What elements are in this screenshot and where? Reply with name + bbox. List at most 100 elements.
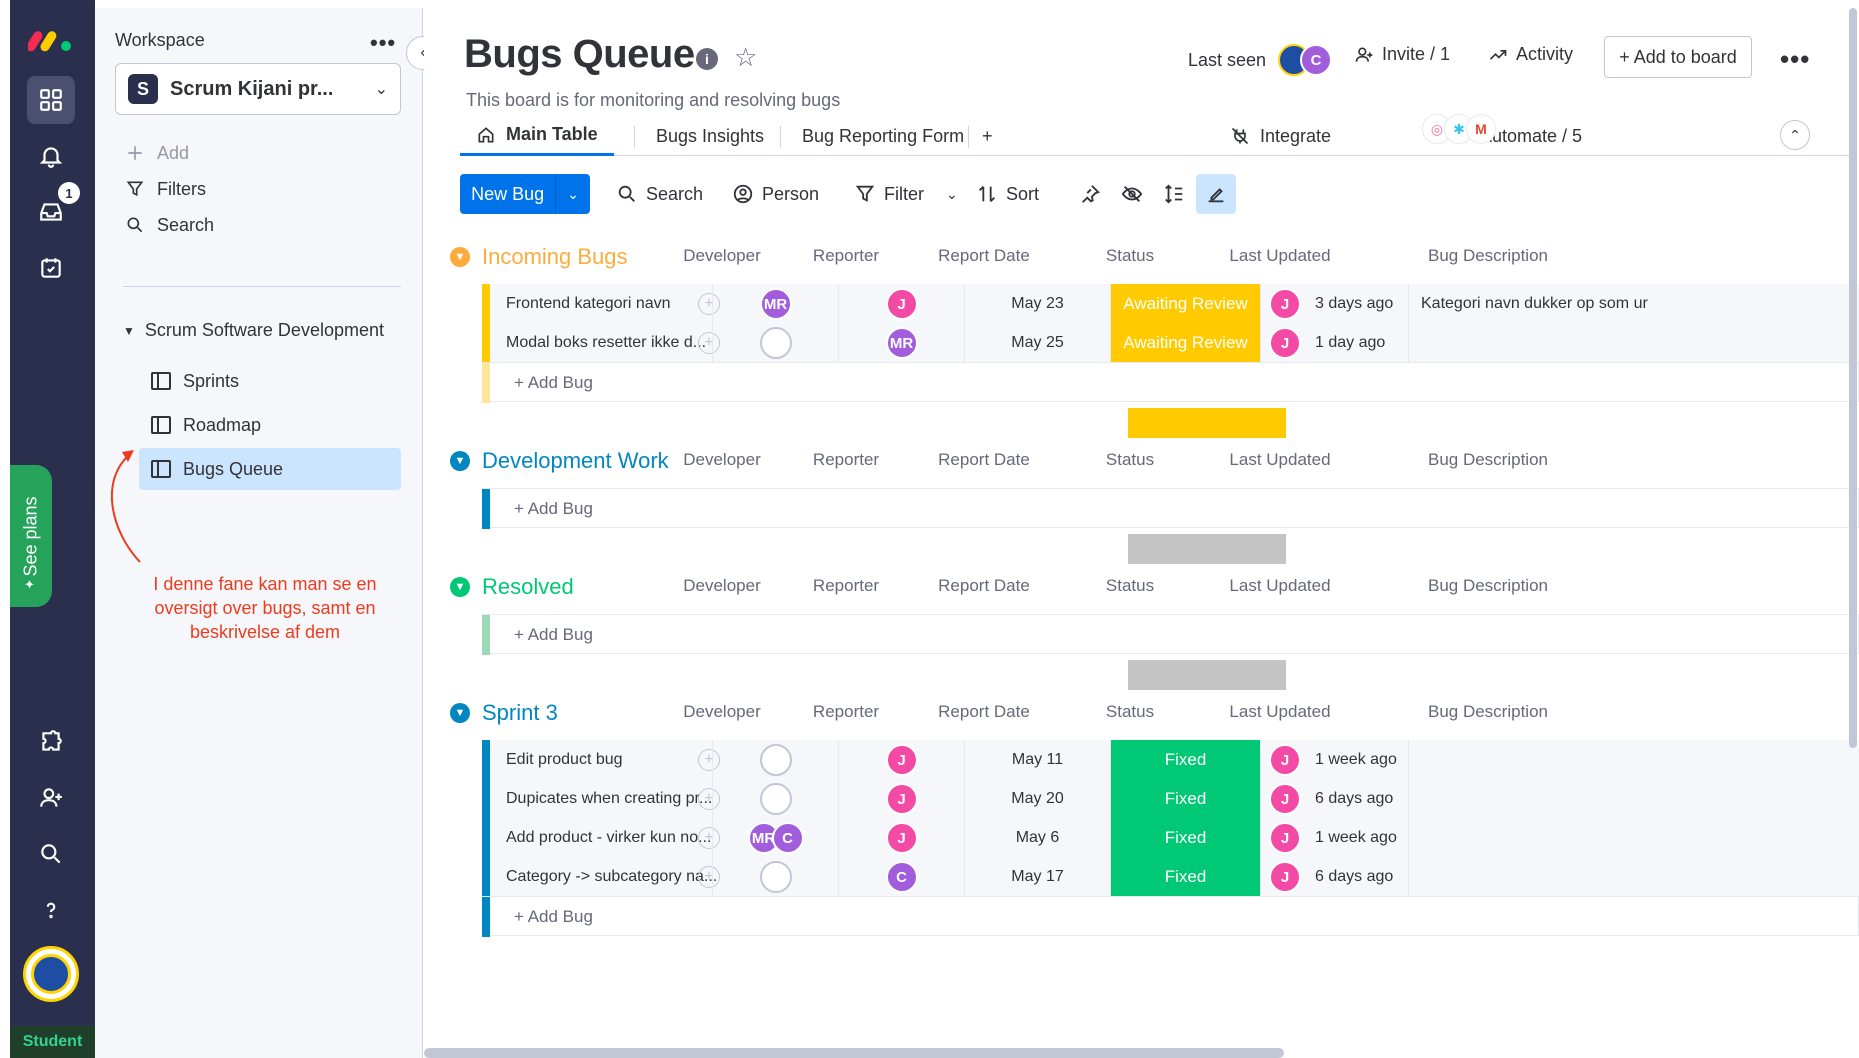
folder-scrum-software-development[interactable]: ▼ Scrum Software Development — [123, 320, 384, 341]
sidebar-item-bugs-queue[interactable]: Bugs Queue — [139, 448, 401, 490]
tab-bugs-insights[interactable]: Bugs Insights — [656, 116, 764, 156]
developer-cell[interactable] — [712, 857, 838, 897]
reporter-cell[interactable]: C — [838, 857, 964, 897]
group-collapse-icon[interactable]: ▼ — [450, 577, 470, 597]
column-header[interactable]: Last Updated — [1210, 576, 1350, 596]
item-name[interactable]: Modal boks resetter ikke d... — [506, 323, 726, 363]
table-row[interactable]: Dupicates when creating pr... + J May 20 Fix… — [482, 779, 1859, 819]
item-name[interactable]: Category -> subcategory na... — [506, 857, 726, 897]
filter-button[interactable]: Filter ⌄ — [854, 174, 958, 214]
reporter-cell[interactable]: J — [838, 740, 964, 780]
column-header[interactable]: Report Date — [914, 576, 1054, 596]
bug-description-cell[interactable]: Kategori navn dukker op som ur — [1408, 284, 1859, 324]
item-name[interactable]: Dupicates when creating pr... — [506, 779, 726, 819]
status-label[interactable]: Fixed — [1110, 857, 1260, 897]
last-updated-cell[interactable]: J 6 days ago — [1260, 779, 1408, 819]
bug-description-cell[interactable] — [1408, 818, 1859, 858]
workspace-select[interactable]: S Scrum Kijani pr... ⌄ — [115, 63, 401, 115]
column-header[interactable]: Report Date — [914, 246, 1054, 266]
column-header[interactable]: Report Date — [914, 450, 1054, 470]
sidebar-add-button[interactable]: Add — [123, 138, 189, 168]
item-name[interactable]: Frontend kategori navn — [506, 284, 726, 324]
column-header[interactable]: Last Updated — [1210, 246, 1350, 266]
status-label[interactable]: Awaiting Review — [1110, 323, 1260, 363]
reporter-cell[interactable]: J — [838, 284, 964, 324]
collapse-header-button[interactable]: ⌃ — [1780, 120, 1810, 150]
report-date-cell[interactable]: May 25 — [964, 323, 1110, 363]
group-header[interactable]: ▼ Sprint 3 — [450, 696, 558, 730]
report-date-cell[interactable]: May 23 — [964, 284, 1110, 324]
item-name[interactable]: Edit product bug — [506, 740, 726, 780]
status-label[interactable]: Fixed — [1110, 818, 1260, 858]
column-header[interactable]: Developer — [652, 702, 792, 722]
column-header[interactable]: Last Updated — [1210, 450, 1350, 470]
report-date-cell[interactable]: May 20 — [964, 779, 1110, 819]
table-row[interactable]: Frontend kategori navn + MR J May 23 Awaiting… — [482, 284, 1859, 324]
table-row[interactable]: Edit product bug + J May 11 Fixed J 1 week ago — [482, 740, 1859, 780]
reporter-cell[interactable]: J — [838, 818, 964, 858]
developer-cell[interactable] — [712, 323, 838, 363]
group-title[interactable]: Resolved — [482, 574, 574, 600]
integrate-button[interactable]: Integrate — [1230, 116, 1331, 156]
sidebar-search-button[interactable]: Search — [123, 210, 214, 240]
rail-help-button[interactable] — [27, 886, 75, 934]
bug-description-cell[interactable] — [1408, 740, 1859, 780]
column-header[interactable]: Reporter — [776, 246, 916, 266]
column-header[interactable]: Reporter — [776, 576, 916, 596]
column-header[interactable]: Status — [1060, 246, 1200, 266]
column-header[interactable]: Report Date — [914, 702, 1054, 722]
group-header[interactable]: ▼ Development Work — [450, 444, 669, 478]
tab-main-table[interactable]: Main Table — [460, 116, 614, 156]
page-title[interactable]: Bugs Queue — [464, 32, 695, 77]
add-bug-row[interactable]: + Add Bug — [482, 488, 1859, 529]
reporter-cell[interactable]: MR — [838, 323, 964, 363]
column-header[interactable]: Reporter — [776, 702, 916, 722]
rail-my-work-button[interactable] — [27, 244, 75, 292]
last-seen[interactable]: Last seen C — [1188, 44, 1333, 76]
status-label[interactable]: Fixed — [1110, 779, 1260, 819]
column-header[interactable]: Bug Description — [1418, 246, 1558, 266]
last-updated-cell[interactable]: J 1 day ago — [1260, 323, 1408, 363]
workspace-more-button[interactable]: ••• — [370, 30, 396, 56]
rail-boards-button[interactable] — [27, 76, 75, 124]
developer-cell[interactable]: MR — [712, 284, 838, 324]
column-header[interactable]: Developer — [652, 246, 792, 266]
item-name[interactable]: Add product - virker kun no... — [506, 818, 726, 858]
chevron-down-icon[interactable]: ⌄ — [946, 186, 958, 203]
table-row[interactable]: Add product - virker kun no... + MR C J May 6… — [482, 818, 1859, 858]
invite-button[interactable]: Invite / 1 — [1354, 44, 1450, 65]
activity-button[interactable]: Activity — [1488, 44, 1573, 65]
group-collapse-icon[interactable]: ▼ — [450, 247, 470, 267]
group-collapse-icon[interactable]: ▼ — [450, 703, 470, 723]
column-header[interactable]: Status — [1060, 576, 1200, 596]
group-title[interactable]: Sprint 3 — [482, 700, 558, 726]
report-date-cell[interactable]: May 11 — [964, 740, 1110, 780]
column-header[interactable]: Status — [1060, 450, 1200, 470]
add-view-button[interactable]: + — [982, 116, 993, 156]
horizontal-scrollbar[interactable] — [424, 1048, 1284, 1058]
rail-search-button[interactable] — [27, 830, 75, 878]
developer-cell[interactable] — [712, 740, 838, 780]
board-more-button[interactable]: ••• — [1780, 44, 1810, 75]
group-title[interactable]: Incoming Bugs — [482, 244, 628, 270]
rail-notifications-button[interactable] — [27, 132, 75, 180]
vertical-scrollbar[interactable] — [1849, 8, 1857, 748]
sidebar-item-roadmap[interactable]: Roadmap — [139, 404, 401, 446]
add-bug-row[interactable]: + Add Bug — [482, 362, 1859, 403]
bug-description-cell[interactable] — [1408, 323, 1859, 363]
status-label[interactable]: Awaiting Review — [1110, 284, 1260, 324]
column-header[interactable]: Reporter — [776, 450, 916, 470]
reporter-cell[interactable]: J — [838, 779, 964, 819]
new-bug-button[interactable]: New Bug ⌄ — [460, 174, 590, 214]
person-filter-button[interactable]: Person — [732, 174, 819, 214]
add-to-board-button[interactable]: + Add to board — [1604, 36, 1752, 78]
report-date-cell[interactable]: May 6 — [964, 818, 1110, 858]
column-header[interactable]: Bug Description — [1418, 702, 1558, 722]
developer-cell[interactable] — [712, 779, 838, 819]
column-header[interactable]: Bug Description — [1418, 450, 1558, 470]
hide-columns-button[interactable] — [1112, 174, 1152, 214]
report-date-cell[interactable]: May 17 — [964, 857, 1110, 897]
monday-logo-icon[interactable] — [28, 24, 74, 54]
last-updated-cell[interactable]: J 6 days ago — [1260, 857, 1408, 897]
info-icon[interactable]: i — [696, 48, 718, 70]
